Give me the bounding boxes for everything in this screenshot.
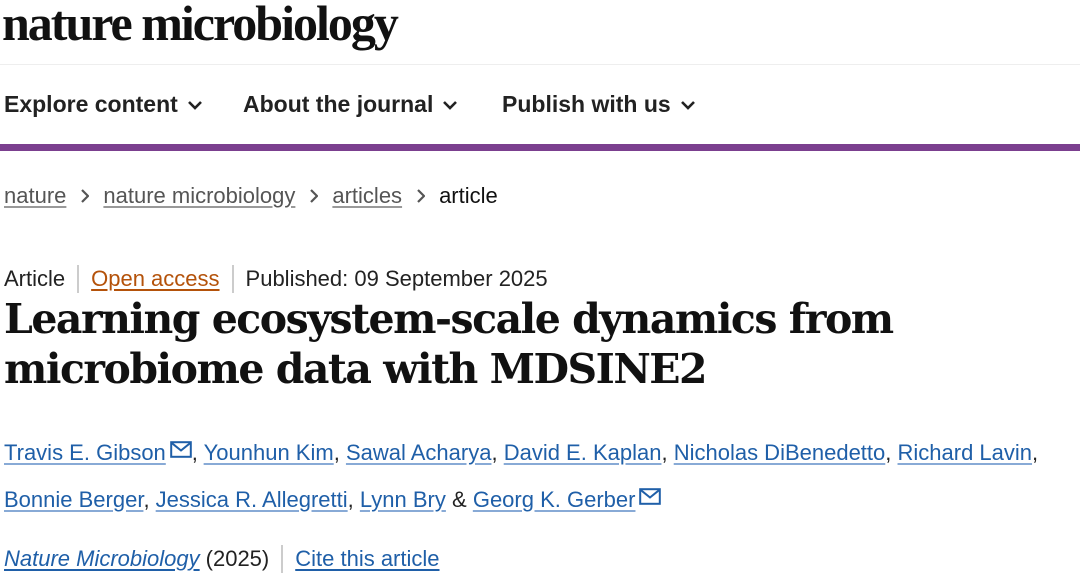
chevron-right-icon bbox=[416, 189, 426, 203]
breadcrumb-articles[interactable]: articles bbox=[332, 183, 402, 209]
author-link[interactable]: Younhun Kim bbox=[204, 440, 334, 465]
breadcrumb-nature[interactable]: nature bbox=[4, 183, 66, 209]
author-conjunction: & bbox=[452, 487, 467, 512]
meta-divider bbox=[77, 265, 80, 293]
author-link[interactable]: Bonnie Berger bbox=[4, 487, 143, 512]
meta-divider bbox=[231, 265, 234, 293]
chevron-right-icon bbox=[80, 189, 90, 203]
nav-item-label: Explore content bbox=[4, 91, 178, 117]
breadcrumb: nature nature microbiology articles arti… bbox=[4, 183, 498, 209]
chevron-down-icon bbox=[187, 100, 202, 110]
main-nav: Explore content About the journal Publis… bbox=[0, 64, 1080, 151]
site-header: nature microbiology bbox=[0, 0, 1080, 65]
nav-item-label: About the journal bbox=[243, 91, 434, 117]
author-list: Travis E. Gibson, Younhun Kim, Sawal Ach… bbox=[4, 440, 1039, 512]
article-meta: Article Open access Published: 09 Septem… bbox=[4, 265, 548, 293]
cite-this-article-link[interactable]: Cite this article bbox=[295, 546, 439, 572]
author-link[interactable]: Sawal Acharya bbox=[346, 440, 492, 465]
nav-explore-content[interactable]: Explore content bbox=[4, 91, 202, 118]
citation-line: Nature Microbiology (2025) Cite this art… bbox=[4, 545, 440, 573]
chevron-down-icon bbox=[680, 100, 695, 110]
author-link[interactable]: Lynn Bry bbox=[360, 487, 446, 512]
meta-divider bbox=[281, 545, 284, 573]
journal-logo[interactable]: nature microbiology bbox=[2, 0, 399, 52]
nav-item-label: Publish with us bbox=[502, 91, 671, 117]
breadcrumb-current: article bbox=[439, 183, 498, 208]
breadcrumb-nature-microbiology[interactable]: nature microbiology bbox=[103, 183, 295, 209]
open-access-link[interactable]: Open access bbox=[91, 266, 219, 292]
mail-icon[interactable] bbox=[169, 441, 192, 458]
chevron-right-icon bbox=[309, 189, 319, 203]
article-title: Learning ecosystem-scale dynamics from m… bbox=[4, 295, 894, 393]
mail-icon[interactable] bbox=[639, 488, 662, 505]
nav-publish-with-us[interactable]: Publish with us bbox=[502, 91, 695, 118]
journal-link[interactable]: Nature Microbiology bbox=[4, 546, 200, 572]
author-link[interactable]: Richard Lavin bbox=[898, 440, 1033, 465]
published-date: Published: 09 September 2025 bbox=[245, 266, 548, 291]
author-link[interactable]: Nicholas DiBenedetto bbox=[674, 440, 886, 465]
author-link[interactable]: Travis E. Gibson bbox=[4, 440, 166, 465]
author-link[interactable]: Georg K. Gerber bbox=[473, 487, 636, 512]
author-link[interactable]: David E. Kaplan bbox=[504, 440, 662, 465]
nav-about-journal[interactable]: About the journal bbox=[243, 91, 458, 118]
publication-year: (2025) bbox=[205, 546, 270, 571]
chevron-down-icon bbox=[443, 100, 458, 110]
author-link[interactable]: Jessica R. Allegretti bbox=[156, 487, 348, 512]
article-type: Article bbox=[4, 266, 66, 291]
